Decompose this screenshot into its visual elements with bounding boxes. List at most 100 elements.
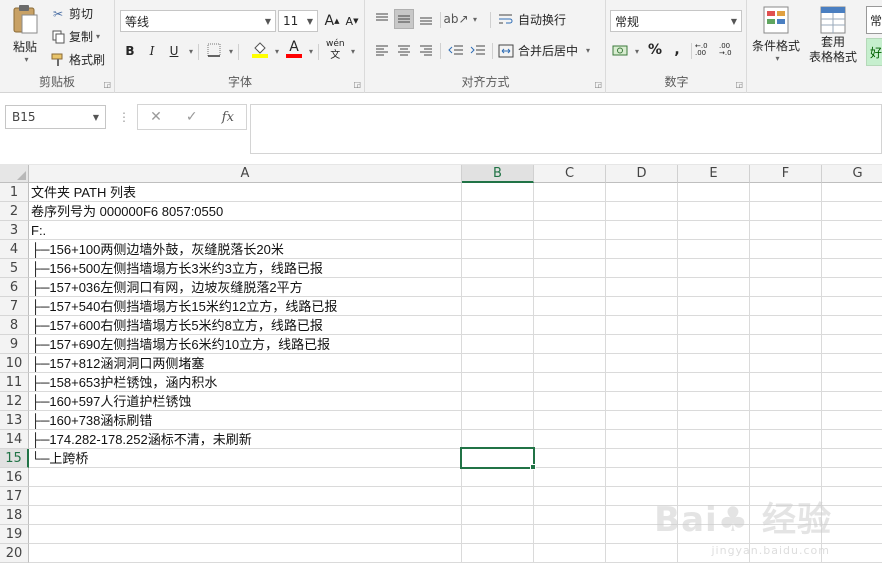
chevron-down-icon[interactable]: ▾ xyxy=(275,47,279,56)
row-header-4[interactable]: 4 xyxy=(0,240,29,259)
cell-a14[interactable]: ├─174.282-178.252涵标不清，未刷新 xyxy=(31,430,252,449)
column-header-a[interactable]: A xyxy=(29,165,462,183)
chevron-down-icon[interactable]: ▾ xyxy=(351,47,355,56)
font-name-combo[interactable]: 等线 ▼ xyxy=(120,10,276,32)
fill-handle[interactable] xyxy=(530,464,536,470)
increase-indent-button[interactable] xyxy=(468,40,488,60)
row-header-10[interactable]: 10 xyxy=(0,354,29,373)
italic-button[interactable]: I xyxy=(142,41,162,61)
cell-a1[interactable]: 文件夹 PATH 列表 xyxy=(31,183,136,202)
cell-a6[interactable]: ├─157+036左侧洞口有网，边坡灰缝脱落2平方 xyxy=(31,278,303,297)
shrink-font-button[interactable]: A ▼ xyxy=(342,11,362,31)
format-painter-button[interactable]: 格式刷 xyxy=(50,51,105,68)
conditional-format-button[interactable]: 条件格式 ▾ xyxy=(750,5,802,63)
row-header-5[interactable]: 5 xyxy=(0,259,29,278)
align-middle-button[interactable] xyxy=(394,9,414,29)
dialog-launcher-icon[interactable]: ◲ xyxy=(594,80,602,89)
wrap-text-button[interactable]: 自动换行 xyxy=(498,11,566,28)
enter-icon[interactable]: ✓ xyxy=(186,109,198,125)
formula-input[interactable] xyxy=(250,104,882,154)
increase-decimal-button[interactable]: ←.0 .00 xyxy=(695,40,717,60)
decrease-decimal-button[interactable]: .00 →.0 xyxy=(719,40,741,60)
chevron-down-icon[interactable]: ▾ xyxy=(473,15,477,24)
copy-button[interactable]: 复制 ▾ xyxy=(50,28,100,45)
number-format-combo[interactable]: 常规 ▼ xyxy=(610,10,742,32)
row-header-7[interactable]: 7 xyxy=(0,297,29,316)
cell-a5[interactable]: ├─156+500左侧挡墙塌方长3米约3立方，线路已报 xyxy=(31,259,323,278)
name-box[interactable]: B15 ▼ xyxy=(5,105,106,129)
row-header-12[interactable]: 12 xyxy=(0,392,29,411)
column-header-c[interactable]: C xyxy=(534,165,606,183)
dialog-launcher-icon[interactable]: ◲ xyxy=(353,80,361,89)
percent-button[interactable]: % xyxy=(645,40,665,60)
cell-a11[interactable]: ├─158+653护栏锈蚀，涵内积水 xyxy=(31,373,217,392)
font-size-combo[interactable]: 11 ▼ xyxy=(278,10,318,32)
row-header-16[interactable]: 16 xyxy=(0,468,29,487)
row-header-19[interactable]: 19 xyxy=(0,525,29,544)
cell-a3[interactable]: F:. xyxy=(31,221,46,240)
cell-a8[interactable]: ├─157+600右侧挡墙塌方长5米约8立方，线路已报 xyxy=(31,316,323,335)
borders-button[interactable] xyxy=(204,41,224,61)
comma-button[interactable]: , xyxy=(667,40,687,60)
insert-function-icon[interactable]: fx xyxy=(222,110,234,125)
row-header-3[interactable]: 3 xyxy=(0,221,29,240)
dialog-launcher-icon[interactable]: ◲ xyxy=(103,80,111,89)
chevron-down-icon[interactable]: ▾ xyxy=(635,47,639,56)
row-header-8[interactable]: 8 xyxy=(0,316,29,335)
phonetic-button[interactable]: wén 文 xyxy=(326,39,345,61)
align-left-button[interactable] xyxy=(372,40,392,60)
column-header-f[interactable]: F xyxy=(750,165,822,183)
cell-a12[interactable]: ├─160+597人行道护栏锈蚀 xyxy=(31,392,191,411)
align-right-button[interactable] xyxy=(416,40,436,60)
cell-a13[interactable]: ├─160+738涵标刷错 xyxy=(31,411,152,430)
dialog-launcher-icon[interactable]: ◲ xyxy=(735,80,743,89)
row-header-9[interactable]: 9 xyxy=(0,335,29,354)
cancel-icon[interactable]: ✕ xyxy=(150,109,162,125)
grow-font-button[interactable]: A ▲ xyxy=(322,11,342,31)
cell-a10[interactable]: ├─157+812涵洞洞口两侧堵塞 xyxy=(31,354,204,373)
cell-style-good[interactable]: 好 xyxy=(866,38,882,66)
row-header-18[interactable]: 18 xyxy=(0,506,29,525)
align-center-button[interactable] xyxy=(394,40,414,60)
row-header-1[interactable]: 1 xyxy=(0,183,29,202)
cell-style-normal[interactable]: 常 xyxy=(866,6,882,34)
cut-button[interactable]: ✂ 剪切 xyxy=(50,5,93,22)
paste-button[interactable]: 粘贴 ▾ xyxy=(6,4,44,64)
row-header-14[interactable]: 14 xyxy=(0,430,29,449)
row-header-2[interactable]: 2 xyxy=(0,202,29,221)
increase-decimal-glyph: ←.0 .00 xyxy=(695,42,708,57)
cell-a9[interactable]: ├─157+690左侧挡墙塌方长6米约10立方，线路已报 xyxy=(31,335,330,354)
column-header-g[interactable]: G xyxy=(822,165,882,183)
underline-button[interactable]: U xyxy=(164,41,184,61)
column-header-b[interactable]: B xyxy=(462,165,534,183)
font-color-button[interactable]: A xyxy=(284,39,304,59)
select-all-button[interactable] xyxy=(0,165,29,183)
cell-a4[interactable]: ├─156+100两侧边墙外鼓，灰缝脱落长20米 xyxy=(31,240,284,259)
column-header-d[interactable]: D xyxy=(606,165,678,183)
row-header-15[interactable]: 15 xyxy=(0,449,29,468)
bold-button[interactable]: B xyxy=(120,41,140,61)
cell-a15[interactable]: └─上跨桥 xyxy=(31,449,88,468)
fill-color-button[interactable] xyxy=(250,40,270,60)
chevron-down-icon[interactable]: ▾ xyxy=(189,47,193,56)
row-header-17[interactable]: 17 xyxy=(0,487,29,506)
align-top-button[interactable] xyxy=(372,9,392,29)
row-header-13[interactable]: 13 xyxy=(0,411,29,430)
format-as-table-button[interactable]: 套用 表格格式 xyxy=(804,5,862,65)
active-cell-b15[interactable] xyxy=(460,447,535,469)
row-header-11[interactable]: 11 xyxy=(0,373,29,392)
chevron-down-icon[interactable]: ▾ xyxy=(229,47,233,56)
orientation-button[interactable]: ab↗ xyxy=(443,9,468,29)
decrease-indent-button[interactable] xyxy=(446,40,466,60)
chevron-down-icon[interactable]: ▾ xyxy=(309,47,313,56)
cell-a2[interactable]: 卷序列号为 000000F6 8057:0550 xyxy=(31,202,223,221)
column-header-e[interactable]: E xyxy=(678,165,750,183)
cell-a7[interactable]: ├─157+540右侧挡墙塌方长15米约12立方，线路已报 xyxy=(31,297,337,316)
row-header-6[interactable]: 6 xyxy=(0,278,29,297)
align-bottom-icon xyxy=(420,17,432,25)
align-bottom-button[interactable] xyxy=(416,9,436,29)
row-header-20[interactable]: 20 xyxy=(0,544,29,563)
spreadsheet-grid[interactable]: A B C D E F G 1 文件夹 PATH 列表 2 卷序列号为 000000F6 8057:… xyxy=(0,165,882,563)
merge-center-button[interactable]: 合并后居中 ▾ xyxy=(498,42,590,59)
currency-button[interactable] xyxy=(611,40,631,60)
